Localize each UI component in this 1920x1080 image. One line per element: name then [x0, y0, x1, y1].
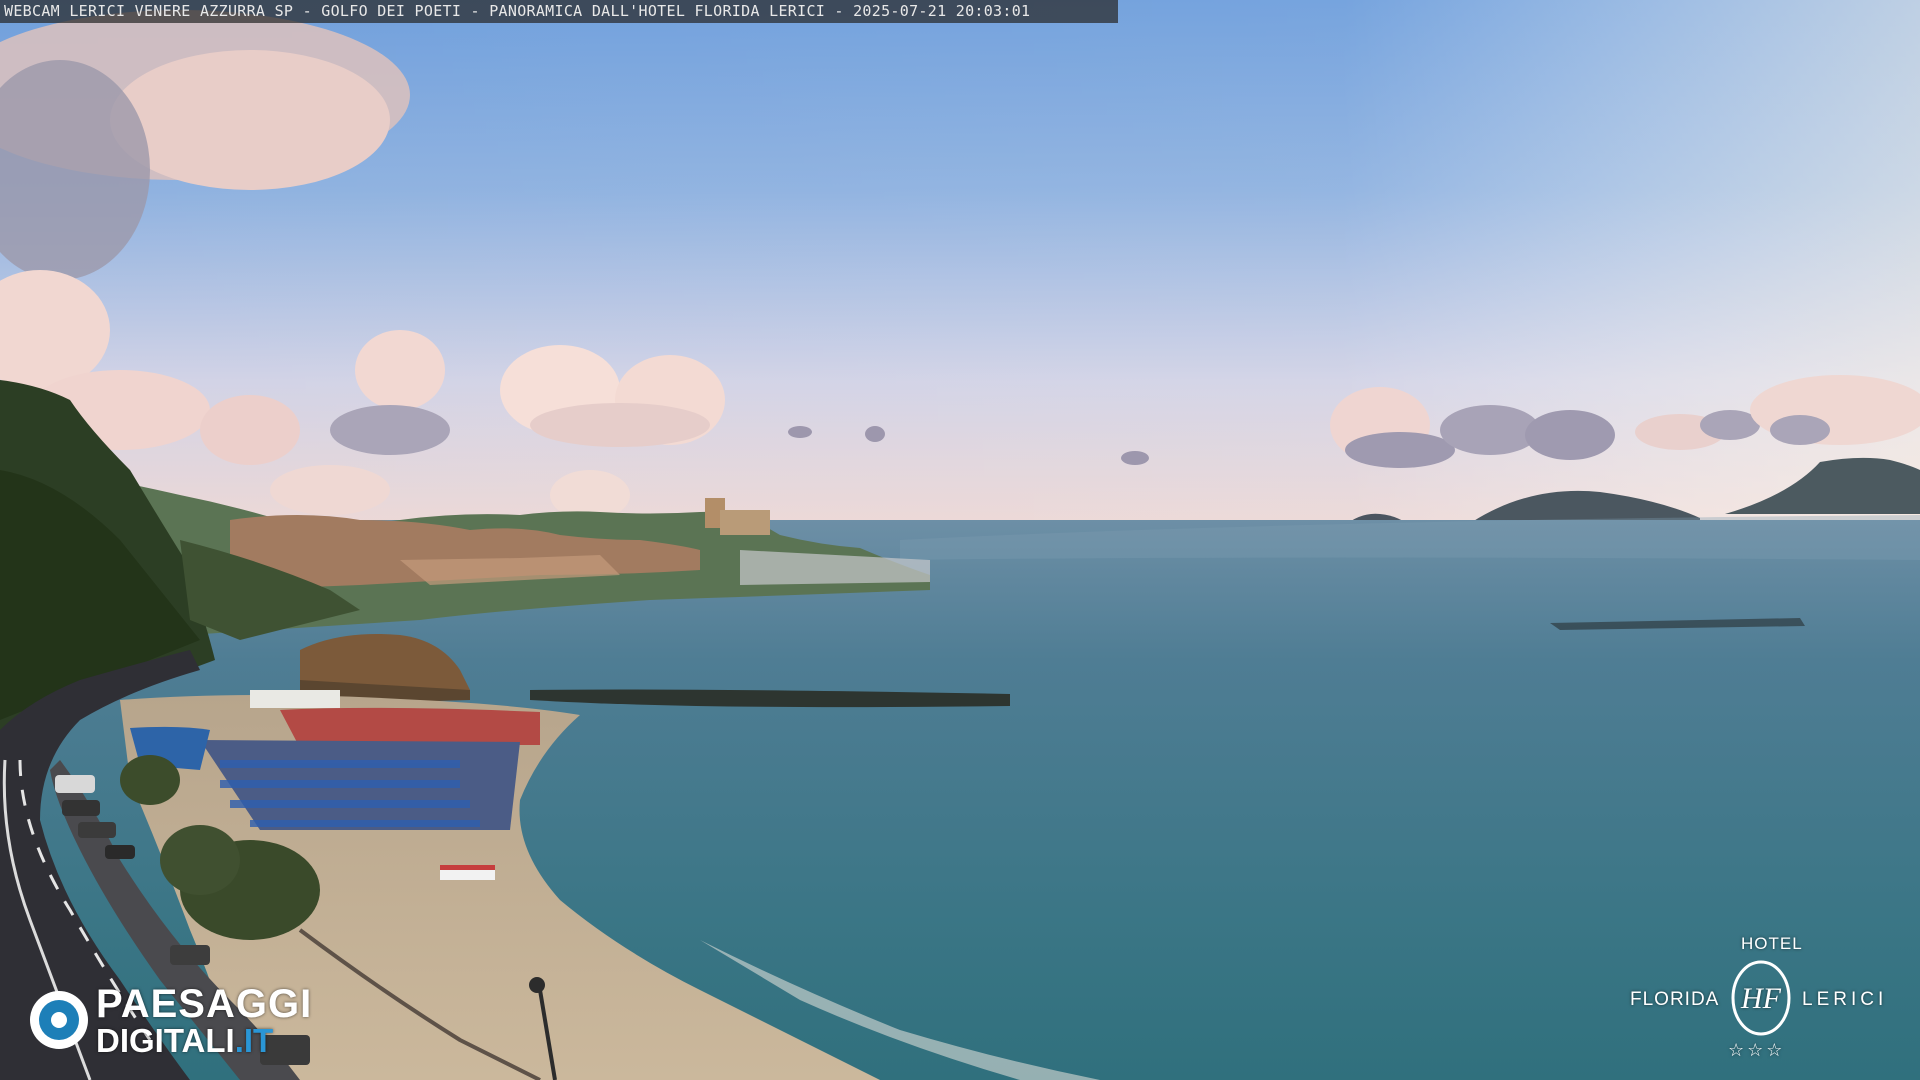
logo-word-lerici: LERICI — [1802, 989, 1888, 1010]
logo-word-paesaggi: PAESAGGI — [96, 981, 313, 1026]
hotel-florida-lerici-logo: HOTEL FLORIDA HF LERICI ☆☆☆ — [1630, 934, 1890, 1064]
logo-word-hotel: HOTEL — [1741, 934, 1803, 953]
panorama-scene — [0, 0, 1920, 1080]
hotel-monogram-icon: HF — [1731, 960, 1791, 1036]
monogram-letters: HF — [1740, 982, 1782, 1015]
webcam-frame: WEBCAM LERICI VENERE AZZURRA SP - GOLFO … — [0, 0, 1920, 1080]
webcam-caption: WEBCAM LERICI VENERE AZZURRA SP - GOLFO … — [0, 0, 1118, 23]
logo-word-digitali: DIGITALI — [96, 1021, 235, 1059]
hotel-stars: ☆☆☆ — [1728, 1040, 1786, 1061]
paesaggi-digitali-logo: PAESAGGI DIGITALI.IT — [30, 981, 313, 1057]
logo-word-florida: FLORIDA — [1630, 989, 1720, 1010]
camera-eye-icon — [30, 991, 88, 1049]
logo-word-tld: .IT — [234, 1021, 274, 1059]
